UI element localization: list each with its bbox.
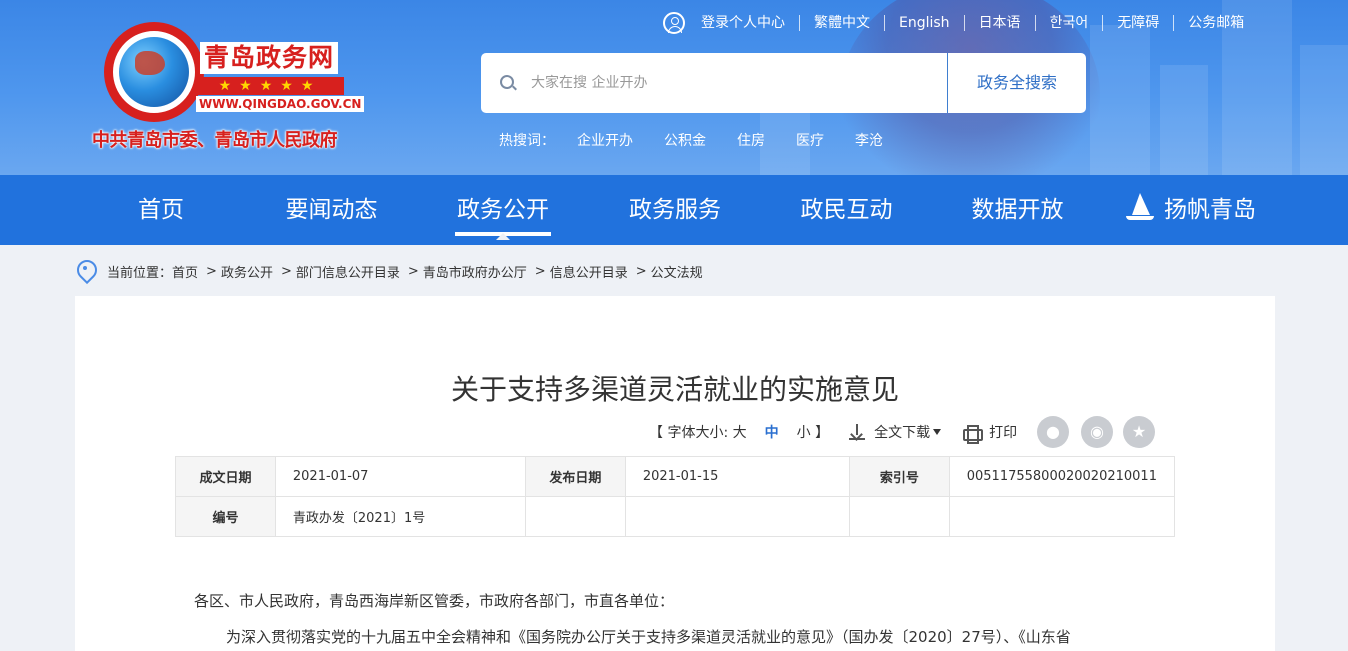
- hot-search-item[interactable]: 企业开办: [577, 130, 633, 150]
- publish-date-value: 2021-01-15: [624, 456, 851, 497]
- nav-yangfan-qingdao[interactable]: 扬帆青岛: [1124, 175, 1258, 245]
- empty-cell: [849, 496, 950, 537]
- font-size-label[interactable]: 【 字体大小: 大: [649, 422, 747, 442]
- sail-icon: [1126, 193, 1154, 221]
- empty-cell: [524, 496, 626, 537]
- logo-title: 青岛政务网: [200, 42, 339, 74]
- location-pin-icon: [76, 260, 94, 282]
- top-links: 登录个人中心 繁體中文 English 日本语 한국어 无障碍 公务邮箱: [663, 10, 1258, 36]
- font-size-medium[interactable]: 中: [765, 422, 779, 442]
- search-box: 政务全搜索: [481, 53, 1086, 113]
- breadcrumb-item[interactable]: 信息公开目录: [550, 262, 628, 281]
- hot-search-label: 热搜词：: [499, 133, 555, 149]
- logo-subtitle: 中共青岛市委、青岛市人民政府: [92, 130, 338, 151]
- written-date-value: 2021-01-07: [274, 456, 526, 497]
- accessibility-link[interactable]: 无障碍: [1102, 15, 1173, 31]
- breadcrumb-separator: >: [635, 263, 647, 279]
- nav-yangfan-label: 扬帆青岛: [1164, 197, 1256, 223]
- number-label: 编号: [175, 496, 276, 537]
- breadcrumb-separator: >: [534, 263, 546, 279]
- print-button[interactable]: 打印: [989, 422, 1017, 442]
- nav-news[interactable]: 要闻动态: [283, 175, 380, 245]
- logo-stars: ★★★★★: [196, 77, 344, 95]
- official-mail-link[interactable]: 公务邮箱: [1173, 15, 1258, 31]
- login-link[interactable]: 登录个人中心: [701, 15, 799, 31]
- logo-domain: WWW.QINGDAO.GOV.CN: [196, 96, 365, 112]
- main-nav: 首页 要闻动态 政务公开 政务服务 政民互动 数据开放 扬帆青岛: [0, 175, 1348, 245]
- download-icon[interactable]: [849, 424, 866, 440]
- globe-icon: [119, 37, 189, 107]
- japanese-link[interactable]: 日本语: [963, 15, 1035, 31]
- publish-date-label: 发布日期: [524, 456, 626, 497]
- search-button[interactable]: 政务全搜索: [947, 53, 1086, 113]
- site-header: 青岛政务网 ★★★★★ WWW.QINGDAO.GOV.CN 中共青岛市委、青岛…: [0, 0, 1348, 175]
- traditional-chinese-link[interactable]: 繁體中文: [799, 15, 884, 31]
- hot-search: 热搜词： 企业开办 公积金 住房 医疗 李沧: [499, 130, 914, 150]
- user-icon[interactable]: [663, 12, 685, 34]
- font-size-small[interactable]: 小 】: [797, 422, 829, 442]
- table-row: 成文日期 2021-01-07 发布日期 2021-01-15 索引号 0051…: [175, 456, 1176, 497]
- breadcrumb-item[interactable]: 公文法规: [651, 262, 703, 281]
- weibo-icon[interactable]: ◉: [1081, 416, 1113, 448]
- header-building: [1160, 65, 1208, 175]
- article-paragraph: 为深入贯彻落实党的十九届五中全会精神和《国务院办公厅关于支持多渠道灵活就业的意见…: [226, 628, 1071, 646]
- breadcrumb-separator: >: [206, 263, 217, 279]
- index-value: 00511755800020020210011: [948, 456, 1176, 497]
- print-icon[interactable]: [963, 424, 984, 444]
- favorite-icon[interactable]: ★: [1123, 416, 1155, 448]
- article-card: 关于支持多渠道灵活就业的实施意见 【 字体大小: 大 中 小 】 全文下载 打印…: [75, 296, 1275, 651]
- breadcrumb-separator: >: [280, 263, 292, 279]
- chevron-down-icon[interactable]: [933, 429, 942, 435]
- article-title: 关于支持多渠道灵活就业的实施意见: [450, 373, 899, 406]
- korean-link[interactable]: 한국어: [1034, 15, 1103, 31]
- english-link[interactable]: English: [884, 15, 964, 31]
- hot-search-item[interactable]: 李沧: [855, 130, 883, 150]
- table-row: 编号 青政办发〔2021〕1号: [175, 496, 1176, 537]
- nav-home[interactable]: 首页: [136, 175, 186, 245]
- breadcrumb-label: 当前位置：: [107, 265, 173, 281]
- document-meta-table: 成文日期 2021-01-07 发布日期 2021-01-15 索引号 0051…: [175, 456, 1176, 537]
- download-button[interactable]: 全文下载: [874, 422, 930, 442]
- site-logo[interactable]: 青岛政务网 ★★★★★ WWW.QINGDAO.GOV.CN 中共青岛市委、青岛…: [92, 22, 365, 152]
- breadcrumb-item[interactable]: 政务公开: [221, 262, 273, 281]
- breadcrumb-home[interactable]: 首页: [172, 262, 198, 281]
- nav-services[interactable]: 政务服务: [627, 175, 723, 245]
- article-tools: 【 字体大小: 大 中 小 】 全文下载 打印: [649, 420, 1017, 444]
- search-input[interactable]: [531, 53, 941, 113]
- empty-cell: [624, 496, 851, 537]
- breadcrumb: 当前位置： 首页 > 政务公开 > 部门信息公开目录 > 青岛市政府办公厅 > …: [76, 259, 703, 283]
- breadcrumb-separator: >: [407, 263, 419, 279]
- wechat-icon[interactable]: ●: [1037, 416, 1069, 448]
- hot-search-item[interactable]: 住房: [737, 130, 765, 150]
- nav-active-caret: [496, 233, 510, 240]
- header-building: [1090, 25, 1150, 175]
- header-building: [1300, 45, 1348, 175]
- number-value: 青政办发〔2021〕1号: [274, 496, 526, 537]
- search-icon: [500, 75, 514, 89]
- breadcrumb-item[interactable]: 青岛市政府办公厅: [423, 262, 527, 281]
- hot-search-item[interactable]: 医疗: [796, 130, 824, 150]
- article-greeting: 各区、市人民政府，青岛西海岸新区管委，市政府各部门，市直各单位：: [194, 592, 675, 610]
- written-date-label: 成文日期: [175, 456, 276, 497]
- breadcrumb-item[interactable]: 部门信息公开目录: [296, 262, 400, 281]
- empty-cell: [948, 496, 1176, 537]
- nav-interaction[interactable]: 政民互动: [798, 175, 895, 245]
- hot-search-item[interactable]: 公积金: [664, 130, 706, 150]
- nav-open-data[interactable]: 数据开放: [969, 175, 1066, 245]
- index-label: 索引号: [849, 456, 950, 497]
